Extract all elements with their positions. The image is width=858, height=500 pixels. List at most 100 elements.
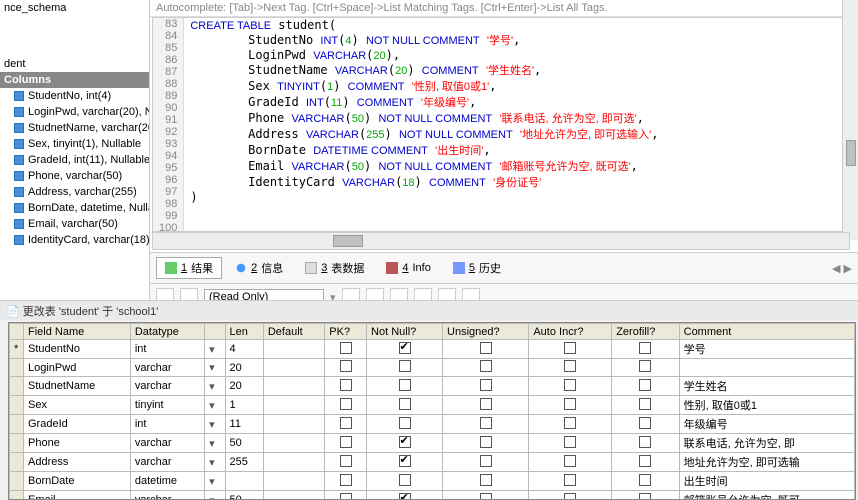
checkbox[interactable]: [564, 436, 576, 448]
checkbox[interactable]: [340, 398, 352, 410]
checkbox[interactable]: [564, 342, 576, 354]
col-header[interactable]: Zerofill?: [612, 324, 679, 340]
col-header[interactable]: Datatype: [130, 324, 204, 340]
datatype-dropdown[interactable]: ▾: [205, 472, 225, 491]
checkbox[interactable]: [340, 417, 352, 429]
len-cell[interactable]: 50: [225, 434, 263, 453]
checkbox[interactable]: [399, 379, 411, 391]
comment-cell[interactable]: 性别, 取值0或1: [679, 396, 854, 415]
field-name-cell[interactable]: GradeId: [24, 415, 131, 434]
datatype-cell[interactable]: varchar: [130, 491, 204, 500]
tab-Info[interactable]: 4 Info: [377, 259, 439, 277]
col-header[interactable]: Len: [225, 324, 263, 340]
checkbox[interactable]: [639, 342, 651, 354]
column-item[interactable]: StudnetName, varchar(20): [0, 120, 149, 136]
comment-cell[interactable]: 联系电话, 允许为空, 即: [679, 434, 854, 453]
checkbox[interactable]: [340, 455, 352, 467]
checkbox[interactable]: [399, 417, 411, 429]
default-cell[interactable]: [263, 340, 324, 359]
field-name-cell[interactable]: BornDate: [24, 472, 131, 491]
checkbox[interactable]: [639, 417, 651, 429]
col-header[interactable]: Unsigned?: [443, 324, 529, 340]
checkbox[interactable]: [480, 417, 492, 429]
checkbox[interactable]: [564, 455, 576, 467]
column-item[interactable]: StudentNo, int(4): [0, 88, 149, 104]
field-name-cell[interactable]: Address: [24, 453, 131, 472]
column-item[interactable]: Phone, varchar(50): [0, 168, 149, 184]
col-header[interactable]: Field Name: [24, 324, 131, 340]
checkbox[interactable]: [564, 474, 576, 486]
checkbox[interactable]: [480, 379, 492, 391]
tab-信息[interactable]: 2 信息: [226, 257, 292, 279]
checkbox[interactable]: [564, 360, 576, 372]
column-item[interactable]: Email, varchar(50): [0, 216, 149, 232]
len-cell[interactable]: 20: [225, 359, 263, 377]
field-name-cell[interactable]: Phone: [24, 434, 131, 453]
checkbox[interactable]: [639, 493, 651, 500]
len-cell[interactable]: 1: [225, 396, 263, 415]
table-row[interactable]: Sextinyint▾1性别, 取值0或1: [10, 396, 855, 415]
editor-vscroll[interactable]: [842, 17, 850, 232]
datatype-dropdown[interactable]: ▾: [205, 491, 225, 500]
datatype-cell[interactable]: varchar: [130, 359, 204, 377]
checkbox[interactable]: [340, 360, 352, 372]
table-row[interactable]: Addressvarchar▾255地址允许为空, 即可选输: [10, 453, 855, 472]
col-header[interactable]: Auto Incr?: [529, 324, 612, 340]
checkbox[interactable]: [480, 474, 492, 486]
default-cell[interactable]: [263, 453, 324, 472]
datatype-dropdown[interactable]: ▾: [205, 377, 225, 396]
checkbox[interactable]: [639, 474, 651, 486]
checkbox[interactable]: [639, 379, 651, 391]
checkbox[interactable]: [399, 398, 411, 410]
column-item[interactable]: GradeId, int(11), Nullable: [0, 152, 149, 168]
datatype-cell[interactable]: int: [130, 340, 204, 359]
field-name-cell[interactable]: LoginPwd: [24, 359, 131, 377]
len-cell[interactable]: [225, 472, 263, 491]
checkbox[interactable]: [480, 436, 492, 448]
table-row[interactable]: LoginPwdvarchar▾20: [10, 359, 855, 377]
col-header[interactable]: Not Null?: [367, 324, 443, 340]
checkbox[interactable]: [564, 417, 576, 429]
field-name-cell[interactable]: StudentNo: [24, 340, 131, 359]
col-header[interactable]: Default: [263, 324, 324, 340]
datatype-cell[interactable]: varchar: [130, 434, 204, 453]
checkbox[interactable]: [639, 360, 651, 372]
comment-cell[interactable]: 出生时间: [679, 472, 854, 491]
checkbox[interactable]: [480, 342, 492, 354]
hscroll-thumb[interactable]: [333, 235, 363, 247]
checkbox[interactable]: [480, 455, 492, 467]
field-name-cell[interactable]: Sex: [24, 396, 131, 415]
comment-cell[interactable]: 学生姓名: [679, 377, 854, 396]
checkbox[interactable]: [340, 342, 352, 354]
table-row[interactable]: BornDatedatetime▾ 出生时间: [10, 472, 855, 491]
len-cell[interactable]: 20: [225, 377, 263, 396]
datatype-dropdown[interactable]: ▾: [205, 415, 225, 434]
comment-cell[interactable]: 年级编号: [679, 415, 854, 434]
editor-hscroll[interactable]: [152, 232, 850, 250]
column-item[interactable]: Address, varchar(255): [0, 184, 149, 200]
checkbox[interactable]: [340, 474, 352, 486]
vscroll-thumb[interactable]: [846, 140, 850, 166]
datatype-dropdown[interactable]: ▾: [205, 359, 225, 377]
datatype-dropdown[interactable]: ▾: [205, 396, 225, 415]
code-area[interactable]: CREATE TABLE student( StudentNo INT(4) N…: [184, 18, 664, 231]
column-item[interactable]: IdentityCard, varchar(18),: [0, 232, 149, 248]
datatype-cell[interactable]: varchar: [130, 377, 204, 396]
len-cell[interactable]: 11: [225, 415, 263, 434]
default-cell[interactable]: [263, 415, 324, 434]
column-item[interactable]: LoginPwd, varchar(20), Nu: [0, 104, 149, 120]
len-cell[interactable]: 4: [225, 340, 263, 359]
datatype-dropdown[interactable]: ▾: [205, 340, 225, 359]
datatype-cell[interactable]: varchar: [130, 453, 204, 472]
checkbox[interactable]: [480, 398, 492, 410]
column-item[interactable]: BornDate, datetime, Nulla: [0, 200, 149, 216]
default-cell[interactable]: [263, 472, 324, 491]
tab-结果[interactable]: 1 结果: [156, 257, 222, 279]
checkbox[interactable]: [340, 379, 352, 391]
default-cell[interactable]: [263, 434, 324, 453]
datatype-cell[interactable]: datetime: [130, 472, 204, 491]
default-cell[interactable]: [263, 396, 324, 415]
default-cell[interactable]: [263, 491, 324, 500]
default-cell[interactable]: [263, 359, 324, 377]
comment-cell[interactable]: 地址允许为空, 即可选输: [679, 453, 854, 472]
